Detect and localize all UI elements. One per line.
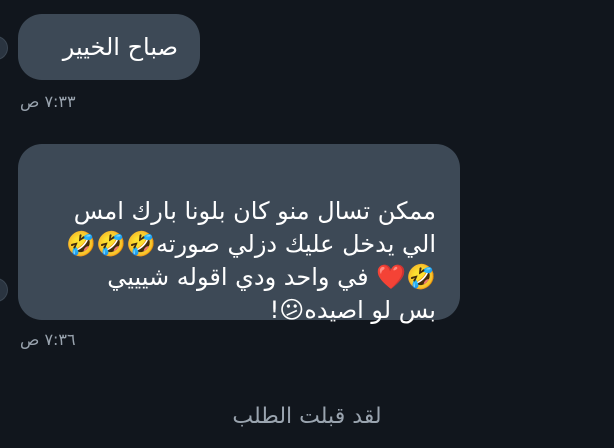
request-accepted-notice: لقد قبلت الطلب [232, 404, 382, 429]
message-timestamp: ٧:٣٦ ص [20, 330, 76, 349]
message-text: ممكن تسال منو كان بلونا بارك امس الي يدخ… [66, 197, 436, 324]
sender-avatar[interactable] [0, 36, 8, 60]
message-bubble[interactable]: صباح الخيير [18, 14, 200, 80]
message-text: صباح الخيير [62, 33, 178, 61]
message-timestamp: ٧:٣٣ ص [20, 92, 76, 111]
message-bubble[interactable]: ممكن تسال منو كان بلونا بارك امس الي يدخ… [18, 144, 460, 324]
sender-avatar[interactable] [0, 278, 8, 302]
